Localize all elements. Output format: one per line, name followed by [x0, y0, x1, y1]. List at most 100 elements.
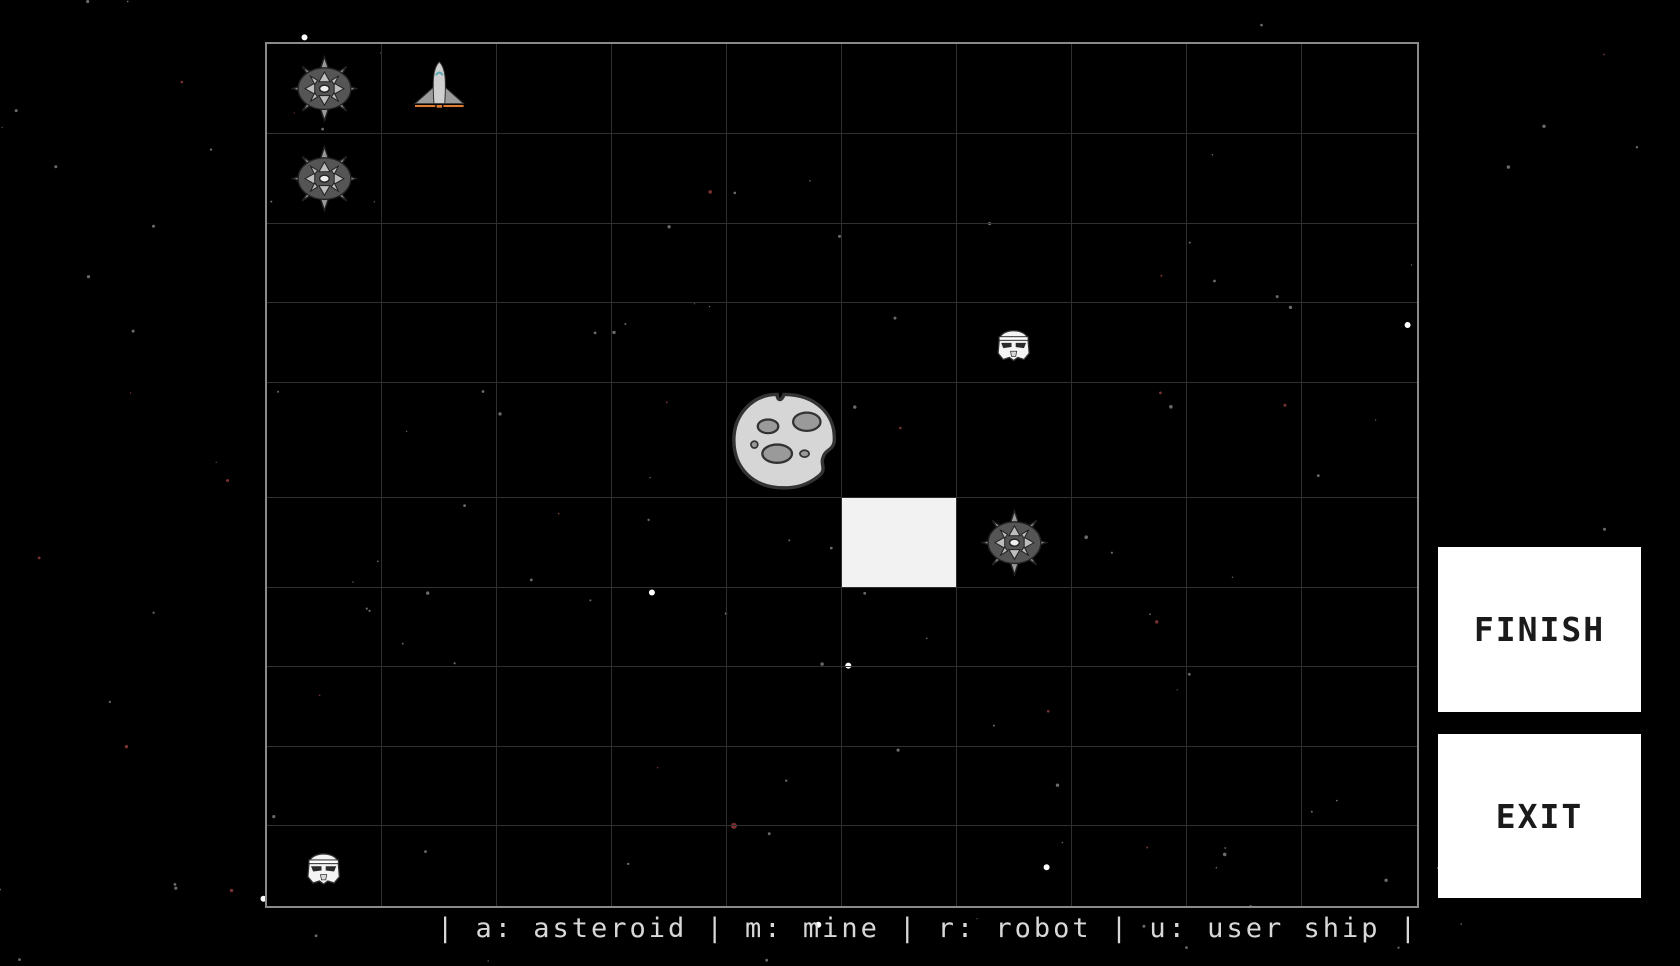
grid-cell-r3-c5[interactable]: [842, 303, 957, 383]
grid-cell-r2-c2[interactable]: [497, 223, 612, 304]
grid-cell-r9-c1[interactable]: [382, 826, 497, 906]
grid-cell-r9-c5[interactable]: [842, 826, 957, 906]
grid-cell-r2-c6[interactable]: [957, 223, 1072, 304]
selected-grid-cell[interactable]: [842, 497, 957, 588]
grid-cell-r4-c5[interactable]: [842, 382, 957, 498]
grid-cell-r5-c6[interactable]: [957, 497, 1072, 588]
grid-cell-r6-c2[interactable]: [497, 587, 612, 668]
grid-cell-r2-c1[interactable]: [382, 223, 497, 304]
grid-cell-r2-c8[interactable]: [1187, 223, 1302, 304]
grid-cell-r0-c1[interactable]: [382, 44, 497, 134]
grid-cell-r1-c0[interactable]: [267, 133, 382, 224]
grid-cell-r8-c0[interactable]: [267, 746, 382, 827]
grid-cell-r5-c7[interactable]: [1072, 497, 1187, 588]
grid-cell-r1-c8[interactable]: [1187, 133, 1302, 224]
grid-cell-r7-c2[interactable]: [497, 667, 612, 747]
grid-cell-r7-c0[interactable]: [267, 667, 382, 747]
grid-cell-r1-c7[interactable]: [1072, 133, 1187, 224]
grid-cell-r5-c1[interactable]: [382, 497, 497, 588]
grid-cell-r7-c9[interactable]: [1302, 667, 1417, 747]
grid-cell-r7-c6[interactable]: [957, 667, 1072, 747]
grid-cell-r5-c4[interactable]: [727, 497, 842, 588]
grid-cell-r4-c7[interactable]: [1072, 382, 1187, 498]
grid-cell-r3-c2[interactable]: [497, 303, 612, 383]
grid-cell-r0-c0[interactable]: [267, 44, 382, 134]
grid-cell-r0-c8[interactable]: [1187, 44, 1302, 134]
grid-cell-r6-c4[interactable]: [727, 587, 842, 668]
grid-cell-r5-c2[interactable]: [497, 497, 612, 588]
grid-cell-r0-c9[interactable]: [1302, 44, 1417, 134]
grid-cell-r8-c1[interactable]: [382, 746, 497, 827]
grid-cell-r4-c8[interactable]: [1187, 382, 1302, 498]
grid-cell-r5-c3[interactable]: [612, 497, 727, 588]
grid-cell-r8-c5[interactable]: [842, 746, 957, 827]
grid-cell-r0-c3[interactable]: [612, 44, 727, 134]
grid-cell-r0-c5[interactable]: [842, 44, 957, 134]
grid-cell-r4-c1[interactable]: [382, 382, 497, 498]
grid-cell-r6-c8[interactable]: [1187, 587, 1302, 668]
grid-cell-r2-c4[interactable]: [727, 223, 842, 304]
grid-cell-r3-c4[interactable]: [727, 303, 842, 383]
grid-cell-r6-c0[interactable]: [267, 587, 382, 668]
grid-cell-r5-c0[interactable]: [267, 497, 382, 588]
grid-cell-r3-c3[interactable]: [612, 303, 727, 383]
grid-cell-r8-c8[interactable]: [1187, 746, 1302, 827]
grid-cell-r9-c4[interactable]: [727, 826, 842, 906]
grid-cell-r4-c3[interactable]: [612, 382, 727, 498]
grid-cell-r5-c9[interactable]: [1302, 498, 1417, 588]
grid-cell-r3-c9[interactable]: [1302, 303, 1417, 383]
grid-cell-r6-c5[interactable]: [842, 587, 957, 668]
grid-cell-r3-c7[interactable]: [1072, 303, 1187, 383]
grid-cell-r3-c8[interactable]: [1187, 303, 1302, 383]
grid-cell-r1-c2[interactable]: [497, 133, 612, 224]
grid-cell-r4-c9[interactable]: [1302, 383, 1417, 498]
grid-cell-r1-c4[interactable]: [727, 133, 842, 224]
grid-cell-r9-c6[interactable]: [957, 826, 1072, 906]
exit-button[interactable]: EXIT: [1438, 734, 1641, 898]
grid-cell-r1-c9[interactable]: [1302, 134, 1417, 224]
grid-cell-r3-c0[interactable]: [267, 303, 382, 383]
grid-cell-r7-c4[interactable]: [727, 667, 842, 747]
grid-cell-r5-c8[interactable]: [1187, 497, 1302, 588]
grid-cell-r3-c1[interactable]: [382, 303, 497, 383]
grid-cell-r9-c3[interactable]: [612, 826, 727, 906]
grid-cell-r6-c3[interactable]: [612, 587, 727, 668]
grid-cell-r0-c4[interactable]: [727, 44, 842, 134]
grid-cell-r7-c3[interactable]: [612, 667, 727, 747]
grid-cell-r1-c5[interactable]: [842, 133, 957, 224]
grid-cell-r6-c6[interactable]: [957, 587, 1072, 668]
grid-cell-r4-c6[interactable]: [957, 382, 1072, 498]
grid-cell-r4-c4[interactable]: [727, 382, 842, 498]
grid-cell-r2-c0[interactable]: [267, 223, 382, 304]
grid-cell-r1-c3[interactable]: [612, 133, 727, 224]
grid-cell-r9-c0[interactable]: [267, 826, 382, 906]
grid-cell-r8-c9[interactable]: [1302, 747, 1417, 827]
grid-cell-r6-c7[interactable]: [1072, 587, 1187, 668]
grid-cell-r8-c4[interactable]: [727, 746, 842, 827]
grid-cell-r9-c7[interactable]: [1072, 826, 1187, 906]
grid-cell-r8-c2[interactable]: [497, 746, 612, 827]
grid-cell-r7-c8[interactable]: [1187, 667, 1302, 747]
grid-cell-r6-c9[interactable]: [1302, 588, 1417, 668]
grid-cell-r2-c5[interactable]: [842, 223, 957, 304]
grid-cell-r6-c1[interactable]: [382, 587, 497, 668]
grid-cell-r1-c6[interactable]: [957, 133, 1072, 224]
grid-cell-r0-c2[interactable]: [497, 44, 612, 134]
grid-cell-r8-c6[interactable]: [957, 746, 1072, 827]
grid-cell-r7-c1[interactable]: [382, 667, 497, 747]
grid-cell-r2-c7[interactable]: [1072, 223, 1187, 304]
grid-cell-r2-c3[interactable]: [612, 223, 727, 304]
grid-cell-r2-c9[interactable]: [1302, 224, 1417, 304]
grid-cell-r1-c1[interactable]: [382, 133, 497, 224]
finish-button[interactable]: FINISH: [1438, 547, 1641, 712]
grid-cell-r7-c7[interactable]: [1072, 667, 1187, 747]
grid-cell-r3-c6[interactable]: [957, 303, 1072, 383]
grid-cell-r4-c0[interactable]: [267, 382, 382, 498]
grid-cell-r0-c6[interactable]: [957, 44, 1072, 134]
grid-cell-r8-c3[interactable]: [612, 746, 727, 827]
grid-cell-r9-c8[interactable]: [1187, 826, 1302, 906]
grid-cell-r9-c2[interactable]: [497, 826, 612, 906]
grid-cell-r0-c7[interactable]: [1072, 44, 1187, 134]
grid-cell-r8-c7[interactable]: [1072, 746, 1187, 827]
grid-cell-r7-c5[interactable]: [842, 667, 957, 747]
